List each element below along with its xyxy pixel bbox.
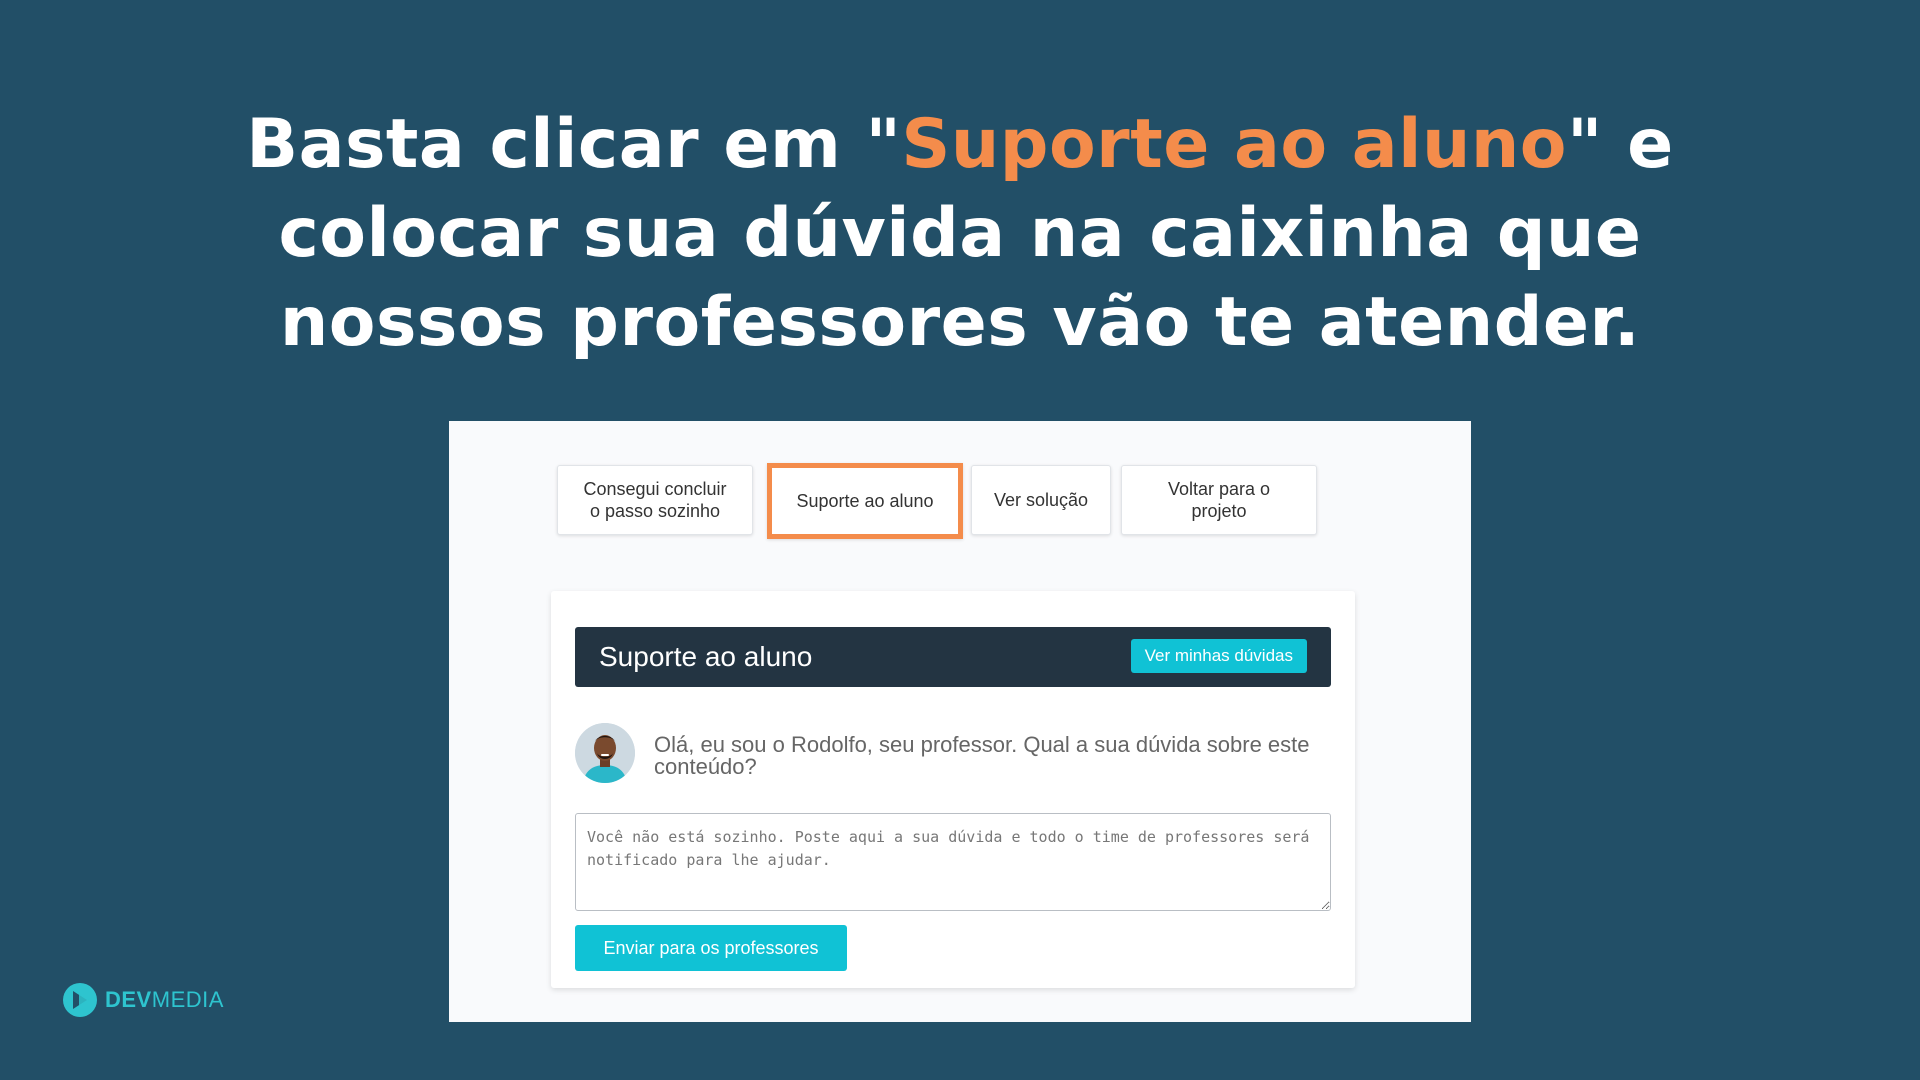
tab-back-to-project-label: Voltar para o projeto <box>1167 479 1271 521</box>
tab-student-support-label: Suporte ao aluno <box>796 491 934 511</box>
devmedia-logo: DEVMEDIA <box>62 981 224 1019</box>
tab-concluded-alone-label: Consegui concluir o passo sozinho <box>583 479 727 521</box>
my-questions-button[interactable]: Ver minhas dúvidas <box>1130 639 1307 673</box>
support-header: Suporte ao aluno Ver minhas dúvidas <box>575 627 1331 687</box>
devmedia-logo-icon <box>63 983 97 1017</box>
question-input[interactable] <box>575 813 1331 911</box>
tab-see-solution[interactable]: Ver solução <box>971 465 1111 535</box>
headline-highlight: Suporte ao aluno <box>901 105 1568 184</box>
tab-see-solution-label: Ver solução <box>993 490 1089 510</box>
logo-dev: DEV <box>105 987 152 1012</box>
headline: Basta clicar em "Suporte ao aluno" e col… <box>160 100 1760 367</box>
logo-media: MEDIA <box>151 987 224 1012</box>
support-card: Suporte ao aluno Ver minhas dúvidas Olá,… <box>551 591 1355 988</box>
headline-before: Basta clicar em " <box>246 105 902 184</box>
support-title: Suporte ao aluno <box>599 641 813 672</box>
screenshot-panel: Consegui concluir o passo sozinho Suport… <box>449 421 1471 1022</box>
tab-concluded-alone[interactable]: Consegui concluir o passo sozinho <box>557 465 753 535</box>
teacher-avatar <box>575 723 635 783</box>
tab-student-support[interactable]: Suporte ao aluno <box>767 463 963 539</box>
tab-back-to-project[interactable]: Voltar para o projeto <box>1121 465 1317 535</box>
professor-message: Olá, eu sou o Rodolfo, seu professor. Qu… <box>654 732 1310 779</box>
teacher-avatar-icon <box>575 723 635 783</box>
send-to-teachers-button[interactable]: Enviar para os professores <box>575 925 847 971</box>
